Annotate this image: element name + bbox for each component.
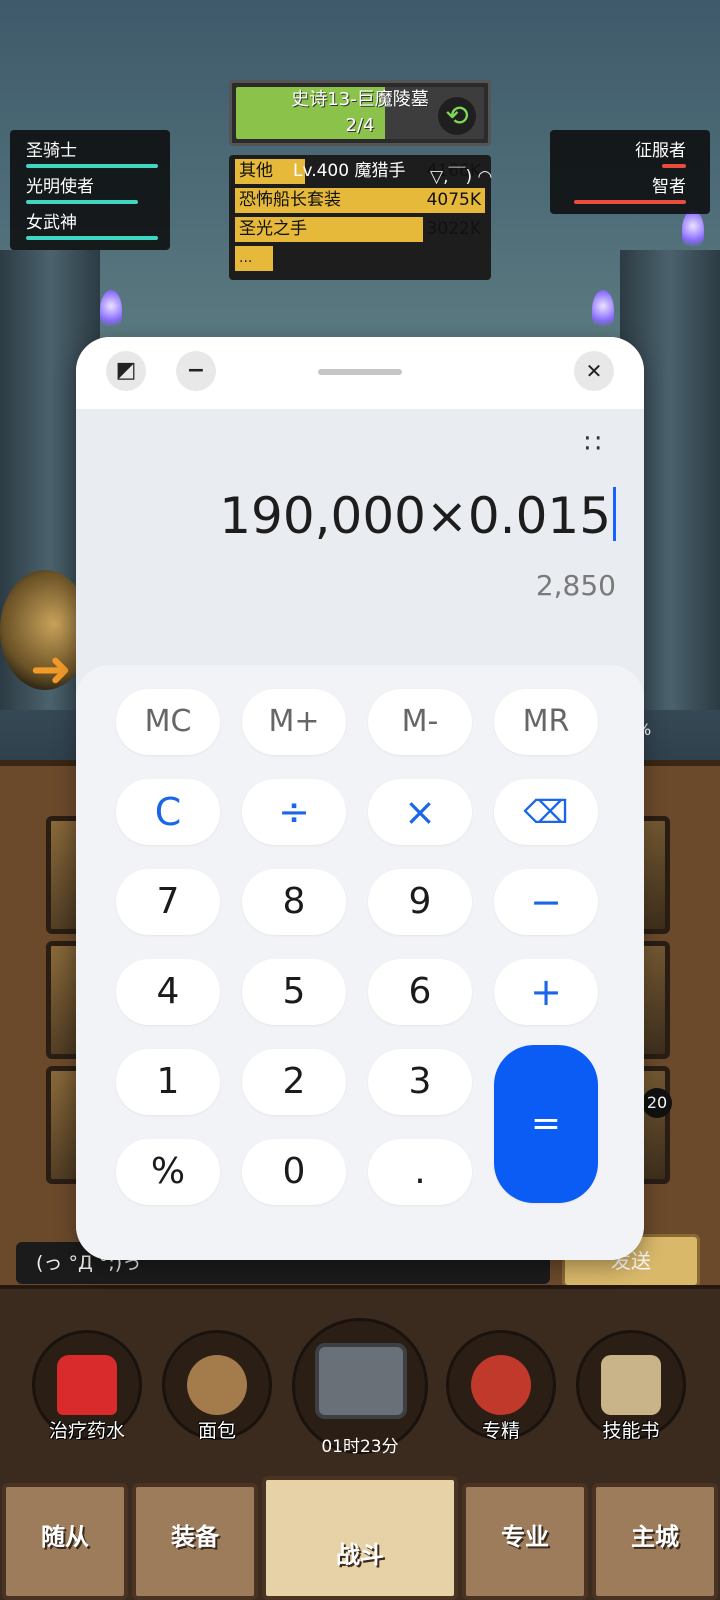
loot-value: 4075K [426,190,481,210]
minus-button[interactable]: − [494,869,598,935]
bread-icon [187,1355,247,1415]
health-bar [26,164,158,168]
calculator-window[interactable]: ◩ − ✕ ∷ 190,000×0.015 2,850 MC M+ M- MR … [76,337,644,1260]
nav-tab-followers[interactable]: 随从 [2,1483,128,1600]
more-options-icon[interactable]: ∷ [584,431,604,457]
loot-value: 3022K [426,219,481,239]
loot-row: 恐怖船长套装 4075K [235,188,485,213]
nav-tab-main-city[interactable]: 主城 [592,1483,718,1600]
multiply-button[interactable]: × [368,779,472,845]
potion-icon [57,1355,117,1415]
digit-7-button[interactable]: 7 [116,869,220,935]
level-badge: 20 [642,1088,672,1118]
team-member[interactable]: 女武神 [20,208,160,244]
loot-extra: Lv.400 魔猎手 [293,161,406,181]
item-label: 专精 [481,1420,520,1442]
loot-name: 其他 [239,161,273,181]
book-icon [601,1355,661,1415]
expand-window-icon[interactable]: ◩ [106,351,146,391]
team-member-name: 光明使者 [26,177,94,197]
loot-row: 圣光之手 3022K [235,217,485,242]
enemy-team-panel: 征服者 智者 [550,130,710,214]
team-member-name: 圣骑士 [26,141,77,161]
chat-overlay-text: ▽,￣) ◠ [430,167,493,187]
nav-tab-equipment[interactable]: 装备 [132,1483,258,1600]
memory-clear-button[interactable]: MC [116,689,220,755]
health-bar [574,200,686,204]
decimal-point-button[interactable]: . [368,1139,472,1205]
backspace-icon[interactable]: ⌫ [494,779,598,845]
expression-text: 190,000×0.015 [219,487,611,545]
digit-9-button[interactable]: 9 [368,869,472,935]
crystal-icon-right-top [682,210,704,250]
drag-handle[interactable] [318,369,402,375]
memory-add-button[interactable]: M+ [242,689,346,755]
minimize-window-icon[interactable]: − [176,351,216,391]
chest-timer: 01时23分 [321,1437,399,1457]
refresh-icon[interactable]: ⟲ [438,97,476,135]
text-cursor [613,487,616,541]
stage-panel[interactable]: 史诗13-巨魔陵墓 2/4 ⟲ [229,80,491,146]
item-label: 面包 [197,1420,236,1442]
calculator-titlebar[interactable]: ◩ − ✕ [76,337,644,409]
enemy-member-name: 征服者 [635,141,686,161]
close-icon[interactable]: ✕ [574,351,614,391]
memory-subtract-button[interactable]: M- [368,689,472,755]
expression-display[interactable]: 190,000×0.015 [219,487,616,545]
loot-name: 圣光之手 [239,219,307,239]
digit-8-button[interactable]: 8 [242,869,346,935]
equals-button[interactable]: = [494,1045,598,1203]
keypad: MC M+ M- MR C ÷ × ⌫ 7 8 9 − 4 5 6 + 1 2 … [76,665,644,1260]
digit-5-button[interactable]: 5 [242,959,346,1025]
nav-tab-profession[interactable]: 专业 [462,1483,588,1600]
crystal-icon-right [592,290,614,330]
percent-button[interactable]: % [116,1139,220,1205]
health-bar [26,200,138,204]
team-member[interactable]: 光明使者 [20,172,160,208]
memory-recall-button[interactable]: MR [494,689,598,755]
enemy-member[interactable]: 征服者 [560,136,700,172]
digit-6-button[interactable]: 6 [368,959,472,1025]
nav-tab-battle[interactable]: 战斗 [262,1476,458,1600]
item-label: 治疗药水 [48,1420,125,1442]
shield-icon [471,1355,531,1415]
result-display: 2,850 [535,569,616,602]
clear-button[interactable]: C [116,779,220,845]
crystal-icon-left [100,290,122,330]
item-label: 技能书 [602,1420,660,1442]
team-member[interactable]: 圣骑士 [20,136,160,172]
team-member-name: 女武神 [26,213,77,233]
enemy-member-name: 智者 [652,177,686,197]
plus-button[interactable]: + [494,959,598,1025]
digit-3-button[interactable]: 3 [368,1049,472,1115]
back-arrow-icon[interactable]: ➜ [30,640,72,698]
digit-1-button[interactable]: 1 [116,1049,220,1115]
ally-team-panel: 圣骑士 光明使者 女武神 [10,130,170,250]
health-bar [26,236,158,240]
divide-button[interactable]: ÷ [242,779,346,845]
loot-name: 恐怖船长套装 [239,190,341,210]
health-bar [662,164,686,168]
loot-more-button[interactable]: ... [235,246,273,271]
chest-icon [315,1343,407,1419]
digit-0-button[interactable]: 0 [242,1139,346,1205]
digit-2-button[interactable]: 2 [242,1049,346,1115]
digit-4-button[interactable]: 4 [116,959,220,1025]
enemy-member[interactable]: 智者 [560,172,700,208]
